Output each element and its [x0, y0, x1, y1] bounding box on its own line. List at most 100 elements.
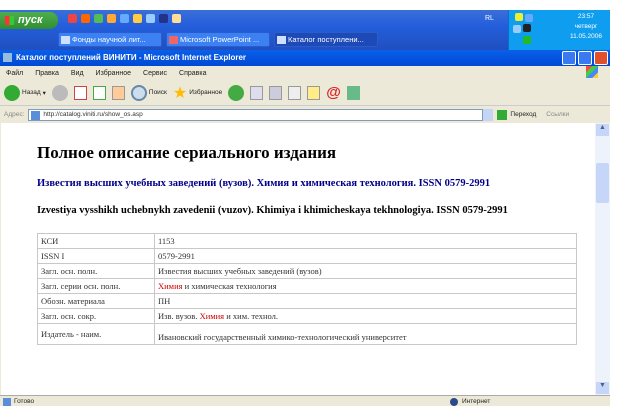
taskbar-task-powerpoint[interactable]: Microsoft PowerPoint ... [166, 32, 270, 47]
back-label: Назад [22, 89, 41, 96]
at-sign-icon[interactable]: @ [326, 84, 341, 101]
row-value-text: и хим. технол. [224, 311, 278, 321]
quicklaunch-icon[interactable] [159, 14, 168, 23]
windows-logo-icon [586, 66, 598, 78]
home-button[interactable] [111, 85, 125, 100]
page-icon [31, 110, 41, 120]
start-button[interactable]: пуск [0, 12, 58, 29]
row-key: КСИ [37, 233, 155, 249]
forward-button[interactable] [51, 84, 68, 101]
menu-tools[interactable]: Сервис [143, 70, 167, 77]
clock-time: 23:57 [577, 13, 595, 20]
volume-icon[interactable] [513, 25, 521, 33]
window-titlebar[interactable]: Каталог поступлений ВИНИТИ - Microsoft I… [0, 50, 610, 66]
quicklaunch-icon[interactable] [146, 14, 155, 23]
scroll-down-button[interactable]: ▼ [596, 382, 609, 394]
zone-label: Интернет [462, 397, 491, 405]
tray-app-icon[interactable] [523, 24, 531, 32]
maximize-button[interactable] [578, 51, 592, 65]
ie-icon [3, 53, 12, 62]
notes-button[interactable] [307, 85, 321, 100]
address-input[interactable]: http://catalog.viniti.ru/show_os.asp [28, 108, 484, 121]
go-arrow-icon [497, 109, 508, 120]
favorites-button[interactable]: ★ Избранное [173, 83, 222, 103]
row-key: Загл. серии осн. полн. [37, 278, 155, 294]
quicklaunch-icon[interactable] [133, 14, 142, 23]
search-icon [130, 84, 147, 101]
quicklaunch-icon[interactable] [81, 14, 90, 23]
table-row: Загл. серии осн. полн. Химия и химическая… [37, 278, 577, 294]
refresh-button[interactable] [92, 85, 106, 100]
search-button[interactable]: Поиск [130, 84, 167, 101]
back-arrow-icon [4, 84, 20, 101]
taskbar: пуск Фонды научной лит... Microsoft Powe… [0, 10, 610, 50]
taskbar-task-fonds[interactable]: Фонды научной лит... [58, 32, 162, 47]
title-russian: Известия высших учебных заведений (вузов… [37, 178, 491, 189]
title-transliterated: Izvestiya vysshikh uchebnykh zavedenii (… [37, 205, 508, 216]
history-button[interactable] [228, 84, 245, 101]
desktop-screen: пуск Фонды научной лит... Microsoft Powe… [0, 10, 610, 406]
stop-button[interactable] [73, 85, 87, 100]
links-button[interactable]: Ссылки [546, 111, 569, 118]
print-button[interactable] [269, 85, 283, 100]
row-value: Известия высших учебных заведений (вузов… [154, 263, 577, 279]
vertical-scrollbar[interactable]: ▲ ▼ [595, 123, 610, 395]
quicklaunch-icon[interactable] [120, 14, 129, 23]
clock[interactable]: 23:57 четверг 11.05.2006 [566, 12, 606, 42]
windows-flag-icon [5, 16, 14, 25]
shield-icon[interactable] [515, 13, 523, 21]
document-icon [61, 36, 70, 44]
highlighted-term: Химия [158, 281, 183, 291]
taskbar-task-catalog[interactable]: Каталог поступлени... [274, 32, 378, 47]
address-bar: Адрес: http://catalog.viniti.ru/show_os.… [0, 107, 610, 122]
menu-view[interactable]: Вид [71, 70, 84, 77]
language-indicator[interactable]: RL [485, 15, 494, 22]
page-icon [3, 397, 11, 406]
status-bar: Готово Интернет [0, 395, 610, 406]
menu-help[interactable]: Справка [179, 70, 206, 77]
row-value: Изв. вузов. Химия и хим. технол. [154, 308, 577, 324]
start-label: пуск [18, 14, 43, 26]
quicklaunch-icon[interactable] [172, 14, 181, 23]
status-label: Готово [14, 397, 35, 405]
table-row: Издатель - наим. Ивановский государственн… [37, 323, 577, 345]
page-heading: Полное описание сериального издания [37, 143, 337, 162]
messenger-button[interactable] [346, 85, 360, 100]
table-row: КСИ 1153 [37, 233, 577, 249]
minimize-button[interactable] [562, 51, 576, 65]
go-label: Переход [510, 111, 537, 118]
favorites-label: Избранное [189, 89, 223, 96]
quicklaunch-icon[interactable] [94, 14, 103, 23]
task-label: Каталог поступлени... [288, 35, 364, 44]
quicklaunch-icon[interactable] [107, 14, 116, 23]
back-button[interactable]: Назад ▾ [4, 84, 46, 101]
menu-file[interactable]: Файл [6, 70, 23, 77]
mail-button[interactable] [250, 85, 264, 100]
row-value: Химия и химическая технология [154, 278, 577, 294]
clock-day: четверг [574, 23, 598, 30]
network-icon[interactable] [525, 14, 533, 22]
menu-bar: Файл Правка Вид Избранное Сервис Справка [0, 67, 610, 79]
row-key: Обозн. материала [37, 293, 155, 309]
row-value: 0579-2991 [154, 248, 577, 264]
ie-icon [277, 36, 286, 44]
scroll-up-button[interactable]: ▲ [596, 124, 609, 136]
row-key: Загл. осн. сокр. [37, 308, 155, 324]
system-tray: 23:57 четверг 11.05.2006 [508, 10, 610, 50]
toolbar: Назад ▾ Поиск ★ Избранное @ [0, 80, 610, 106]
close-button[interactable] [594, 51, 608, 65]
go-button[interactable]: Переход [497, 109, 537, 120]
page-content: Полное описание сериального издания Изве… [1, 123, 595, 395]
table-row: Загл. осн. полн. Известия высших учебных … [37, 263, 577, 279]
row-key: Загл. осн. полн. [37, 263, 155, 279]
address-url: http://catalog.viniti.ru/show_os.asp [43, 110, 143, 118]
address-dropdown[interactable] [483, 108, 494, 121]
scroll-thumb[interactable] [596, 163, 609, 203]
powerpoint-icon [169, 36, 178, 44]
quicklaunch-icon[interactable] [68, 14, 77, 23]
row-key: Издатель - наим. [37, 323, 155, 345]
menu-edit[interactable]: Правка [35, 70, 59, 77]
menu-favorites[interactable]: Избранное [96, 70, 131, 77]
edit-button[interactable] [288, 85, 302, 100]
tray-app-icon[interactable] [523, 36, 531, 44]
